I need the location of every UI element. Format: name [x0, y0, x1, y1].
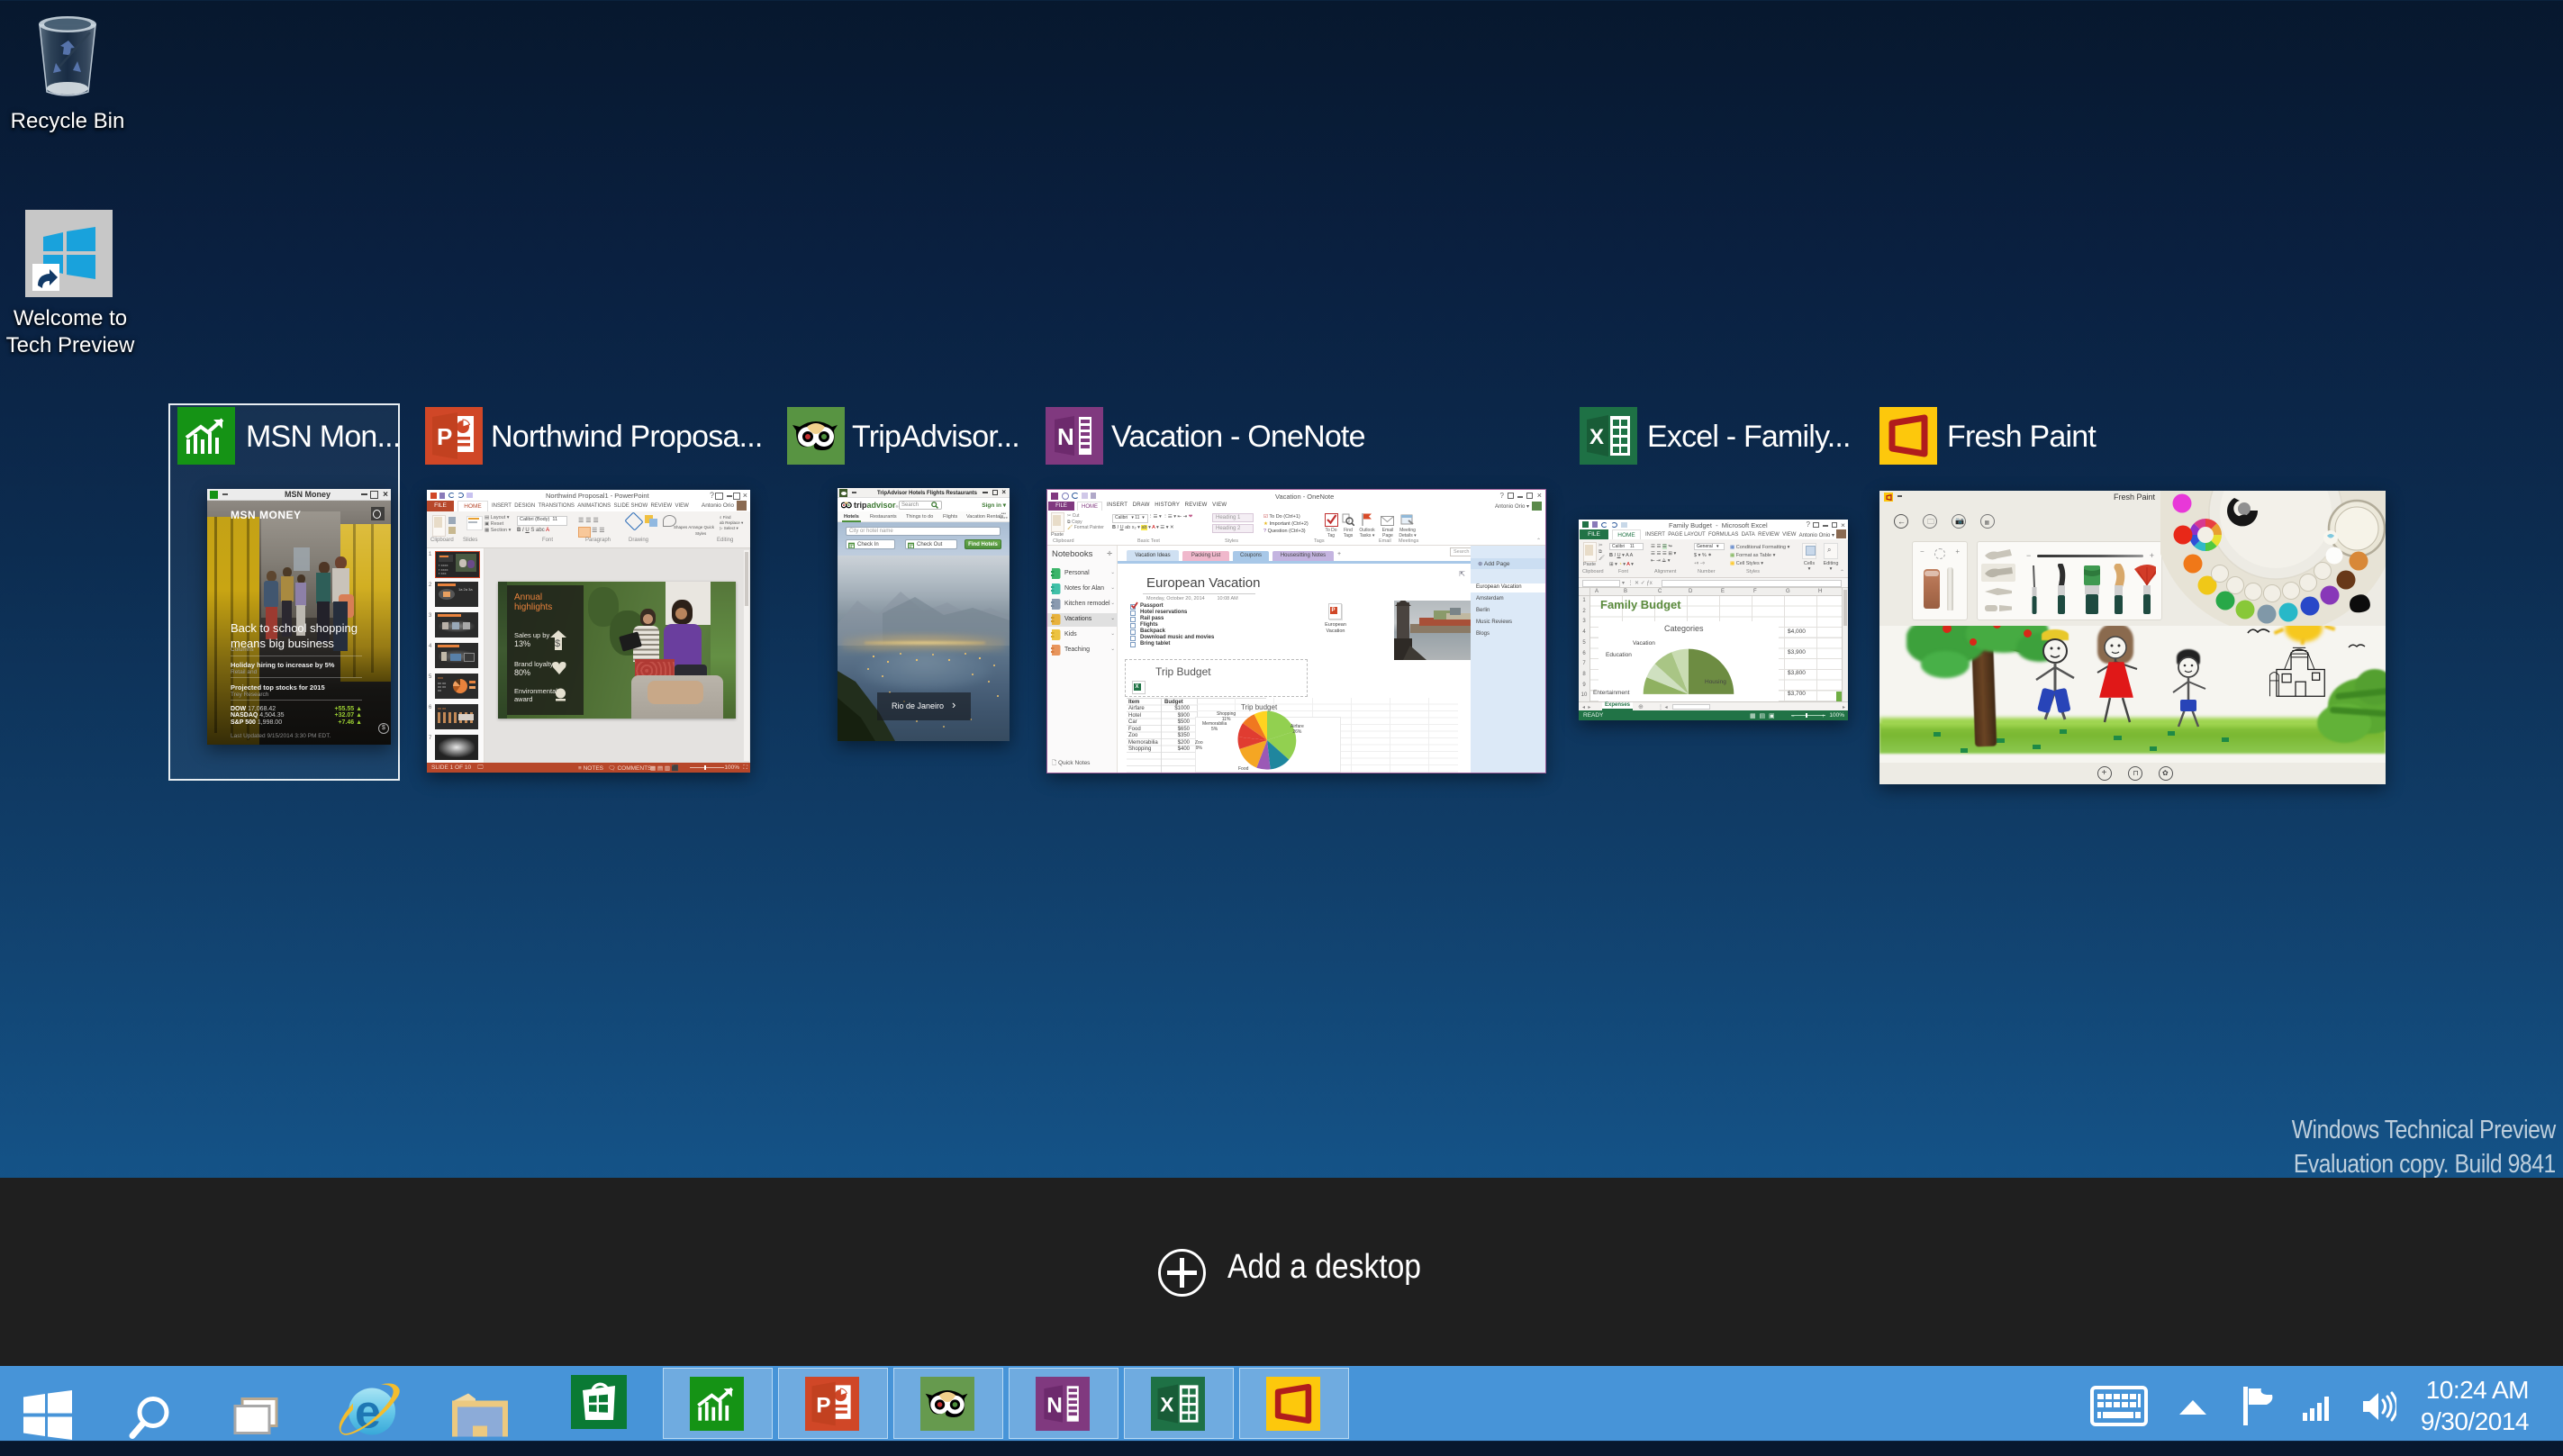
svg-text:X: X [1589, 425, 1604, 449]
svg-text:X: X [1160, 1393, 1173, 1415]
svg-text:$: $ [555, 638, 560, 649]
svg-text:P: P [437, 423, 452, 450]
svg-text:N: N [1057, 423, 1074, 450]
svg-text:N: N [1046, 1393, 1063, 1417]
svg-text:P: P [816, 1393, 830, 1417]
